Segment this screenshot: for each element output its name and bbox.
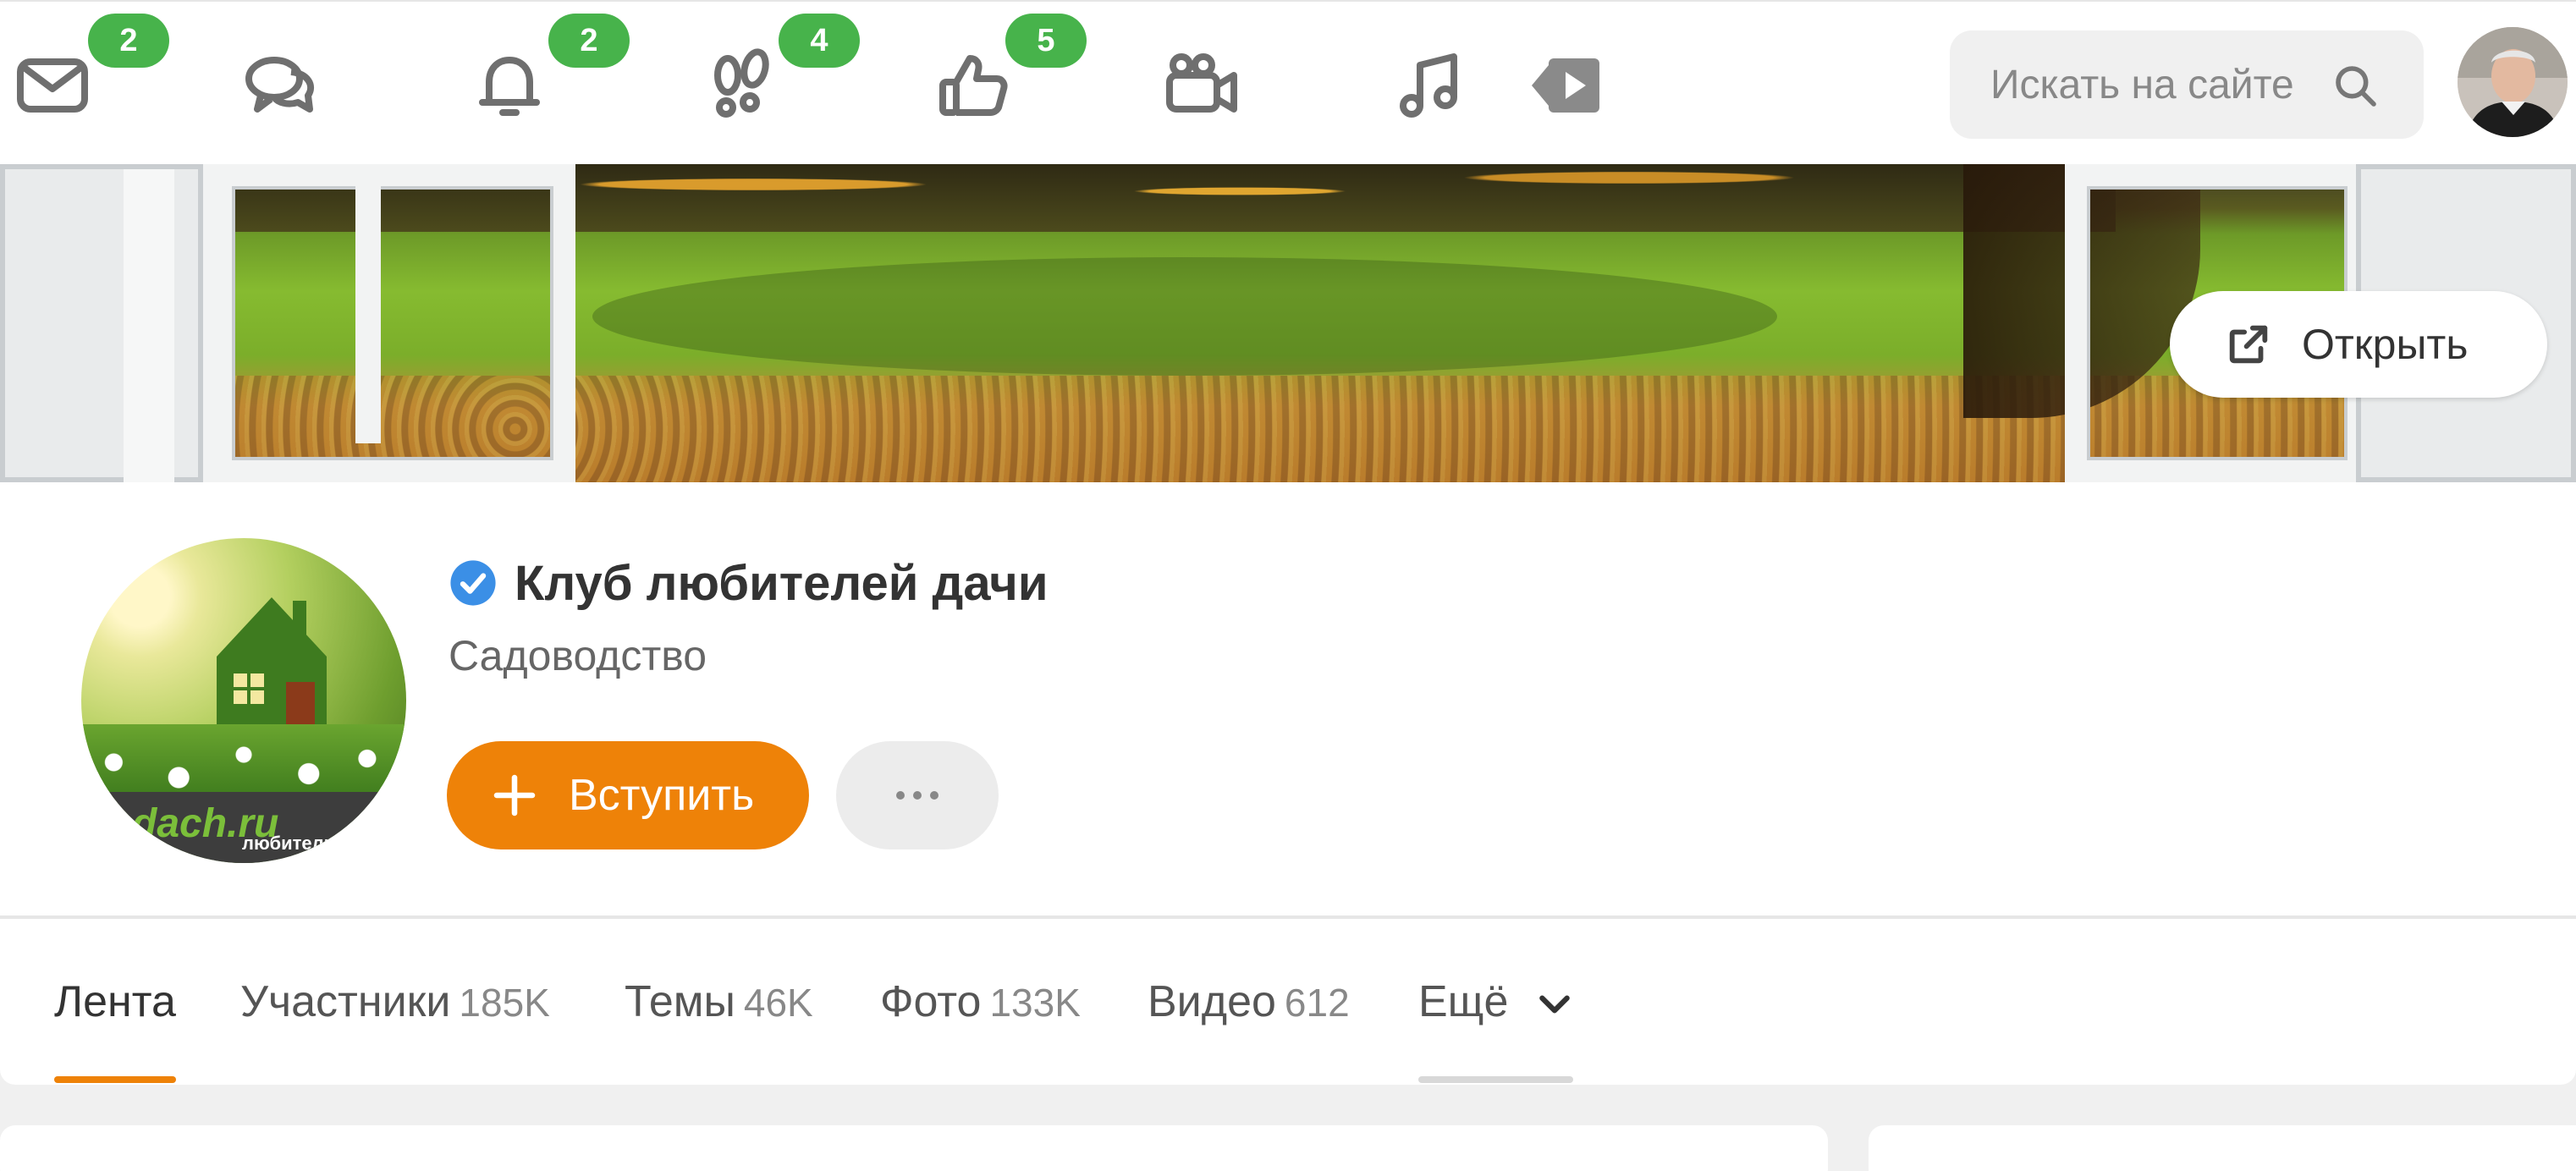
- group-category[interactable]: Садоводство: [449, 631, 707, 680]
- search-input[interactable]: [1990, 61, 2320, 108]
- messages-badge: 2: [88, 14, 169, 68]
- plus-icon: [493, 774, 536, 816]
- tab-label: Участники: [240, 977, 451, 1026]
- tab-count: 133K: [989, 981, 1081, 1025]
- bell-icon: [479, 57, 540, 116]
- more-dots-icon: [896, 791, 938, 800]
- open-cover-label: Открыть: [2302, 321, 2469, 368]
- join-group-button[interactable]: Вступить: [447, 741, 809, 849]
- more-options-button[interactable]: [836, 741, 999, 849]
- tab-members[interactable]: Участники 185K: [240, 976, 550, 1083]
- tab-videos[interactable]: Видео 612: [1148, 976, 1350, 1083]
- nav-notifications[interactable]: [467, 39, 552, 132]
- thumbs-up-icon: [939, 55, 1008, 116]
- guests-badge: 4: [779, 14, 860, 68]
- group-tabs: Лента Участники 185K Темы 46K Фото 133K Вид…: [0, 919, 2576, 1085]
- chat-bubbles-icon: [245, 57, 315, 113]
- house-image: [217, 597, 327, 741]
- open-cover-button[interactable]: Открыть: [2170, 291, 2547, 398]
- window-frame-left: [0, 164, 203, 482]
- join-group-label: Вступить: [569, 771, 755, 820]
- music-note-icon: [1400, 53, 1457, 118]
- sidebar-card: [1869, 1125, 2576, 1171]
- nav-video-calls[interactable]: [1159, 39, 1244, 132]
- avatar-caption: любители: [242, 833, 336, 854]
- group-title: Клуб любителей дачи: [515, 556, 1049, 611]
- tab-more[interactable]: Ещё: [1418, 976, 1573, 1083]
- envelope-icon: [17, 58, 88, 113]
- tab-label: Лента: [54, 977, 176, 1026]
- events-badge: 5: [1005, 14, 1087, 68]
- footprints-icon: [714, 48, 769, 118]
- nav-video[interactable]: [1523, 39, 1608, 132]
- feed-card: [0, 1125, 1828, 1171]
- user-avatar[interactable]: [2458, 27, 2568, 137]
- nav-music[interactable]: [1388, 39, 1472, 132]
- nav-guests[interactable]: [699, 39, 784, 132]
- video-camera-icon: [1166, 53, 1237, 113]
- user-photo: [2458, 27, 2568, 137]
- nav-discussions[interactable]: [239, 39, 323, 132]
- tab-feed[interactable]: Лента: [54, 976, 176, 1083]
- search-icon[interactable]: [2332, 63, 2380, 110]
- tab-count: 612: [1284, 981, 1350, 1025]
- tab-label: Фото: [880, 977, 982, 1026]
- notifications-badge: 2: [548, 14, 630, 68]
- window-sash-left: [203, 164, 575, 482]
- tab-count: 185K: [459, 981, 550, 1025]
- external-link-icon: [2229, 325, 2268, 364]
- active-tab-indicator: [54, 1076, 176, 1083]
- search-box[interactable]: [1950, 30, 2424, 139]
- group-avatar[interactable]: dach.ru любители: [81, 538, 406, 863]
- verified-icon: [450, 560, 496, 606]
- tab-label: Ещё: [1418, 977, 1509, 1026]
- play-icon: [1532, 58, 1599, 113]
- tab-more-indicator: [1418, 1076, 1573, 1083]
- top-navigation-bar: 2 2 4 5: [0, 0, 2576, 164]
- tab-topics[interactable]: Темы 46K: [625, 976, 813, 1083]
- chevron-down-icon: [1539, 995, 1570, 1014]
- group-cover-banner: Открыть: [0, 164, 2576, 482]
- tab-photos[interactable]: Фото 133K: [880, 976, 1081, 1083]
- nav-messages[interactable]: [10, 39, 95, 132]
- tab-label: Темы: [625, 977, 735, 1026]
- tab-label: Видео: [1148, 977, 1276, 1026]
- group-header: dach.ru любители Клуб любителей дачи Сад…: [0, 482, 2576, 917]
- nav-events[interactable]: [931, 39, 1016, 132]
- tab-count: 46K: [743, 981, 813, 1025]
